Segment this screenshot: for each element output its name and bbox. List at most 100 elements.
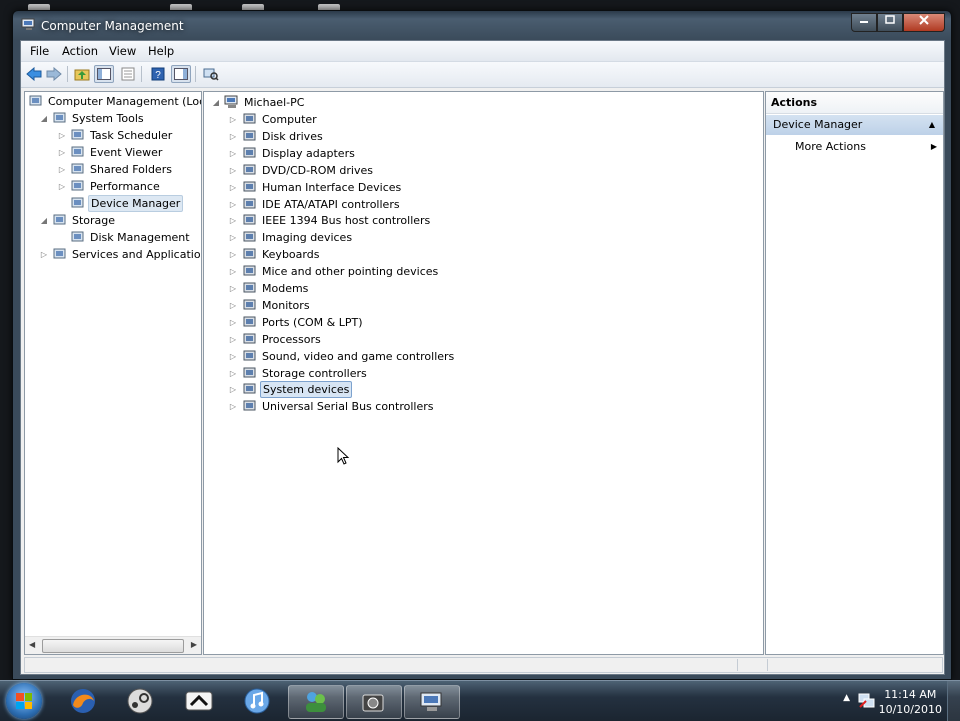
title-bar[interactable]: Computer Management bbox=[13, 11, 951, 39]
scan-hardware-icon bbox=[203, 68, 219, 81]
computer-management-icon bbox=[21, 18, 35, 30]
forward-button[interactable] bbox=[44, 65, 64, 83]
clock[interactable]: 11:14 AM 10/10/2010 bbox=[879, 687, 942, 717]
collapse-icon[interactable]: ◢ bbox=[39, 212, 49, 229]
console-tree-label: Event Viewer bbox=[90, 146, 163, 159]
console-tree-pane[interactable]: Computer Management (Local ◢ System Tools ▷… bbox=[24, 91, 202, 655]
collapse-icon[interactable]: ◢ bbox=[211, 94, 221, 111]
device-category-label: System devices bbox=[260, 381, 353, 399]
taskbar: ▲ 11:14 AM 10/10/2010 bbox=[0, 680, 960, 721]
expand-icon[interactable]: ▷ bbox=[228, 162, 238, 179]
menu-view[interactable]: View bbox=[109, 44, 136, 58]
expand-icon[interactable]: ▷ bbox=[228, 196, 238, 213]
storage-icon bbox=[53, 214, 66, 225]
expand-icon[interactable]: ▷ bbox=[228, 365, 238, 382]
scan-hardware-button[interactable] bbox=[201, 65, 221, 83]
actions-section-device-manager[interactable]: Device Manager ▲ bbox=[766, 115, 943, 135]
expand-icon[interactable]: ▷ bbox=[228, 348, 238, 365]
firefox-icon bbox=[71, 689, 95, 713]
show-hidden-icons-icon[interactable]: ▲ bbox=[843, 693, 850, 703]
show-desktop-button[interactable] bbox=[947, 681, 960, 721]
collapse-up-icon[interactable]: ▲ bbox=[929, 115, 935, 135]
folder-up-icon bbox=[74, 69, 90, 81]
scroll-right-icon[interactable]: ▶ bbox=[191, 640, 197, 649]
messenger-icon bbox=[306, 692, 326, 712]
console-tree-label: Task Scheduler bbox=[90, 129, 173, 142]
scroll-left-icon[interactable]: ◀ bbox=[29, 640, 35, 649]
taskbar-video-app[interactable] bbox=[346, 685, 402, 719]
taskbar-messenger[interactable] bbox=[288, 685, 344, 719]
submenu-arrow-icon: ▶ bbox=[930, 142, 937, 151]
device-category-label: Ports (COM & LPT) bbox=[262, 315, 363, 329]
taskbar-firefox[interactable] bbox=[56, 685, 110, 717]
expand-icon[interactable]: ▷ bbox=[228, 381, 238, 398]
expand-icon[interactable]: ▷ bbox=[228, 128, 238, 145]
taskbar-steam[interactable] bbox=[113, 685, 167, 717]
itunes-icon bbox=[244, 688, 270, 714]
show-hide-action-pane-button[interactable] bbox=[171, 65, 191, 83]
menu-action[interactable]: Action bbox=[62, 44, 98, 58]
device-manager-pane[interactable]: ◢ Michael-PC ▷ Computer ▷ Disk drives ▷ Displ… bbox=[203, 91, 764, 655]
expand-icon[interactable]: ▷ bbox=[228, 263, 238, 280]
console-tree-icon bbox=[97, 68, 111, 80]
show-hide-console-tree-button[interactable] bbox=[94, 65, 114, 83]
device-category-label: DVD/CD-ROM drives bbox=[262, 163, 373, 177]
window-controls bbox=[851, 13, 945, 32]
start-button[interactable] bbox=[6, 683, 42, 719]
port-icon bbox=[243, 316, 256, 327]
up-one-level-button[interactable] bbox=[72, 65, 92, 83]
back-button[interactable] bbox=[24, 65, 44, 83]
device-category-label: Universal Serial Bus controllers bbox=[262, 400, 434, 414]
taskbar-computer-management[interactable] bbox=[404, 685, 460, 719]
expand-icon[interactable]: ▷ bbox=[228, 229, 238, 246]
expand-icon[interactable]: ▷ bbox=[228, 179, 238, 196]
expand-icon[interactable]: ▷ bbox=[57, 144, 67, 161]
device-category-label: Mice and other pointing devices bbox=[262, 265, 439, 279]
taskbar-app[interactable] bbox=[172, 685, 226, 717]
close-icon bbox=[919, 15, 929, 25]
clock-icon bbox=[71, 129, 84, 140]
scrollbar-thumb[interactable] bbox=[42, 639, 184, 653]
maximize-icon bbox=[885, 15, 895, 24]
expand-icon[interactable]: ▷ bbox=[228, 398, 238, 415]
modem-icon bbox=[243, 282, 256, 293]
expand-icon[interactable]: ▷ bbox=[228, 314, 238, 331]
expand-icon[interactable]: ▷ bbox=[57, 127, 67, 144]
network-icon[interactable] bbox=[858, 693, 876, 709]
expand-icon[interactable]: ▷ bbox=[228, 280, 238, 297]
expand-icon[interactable]: ▷ bbox=[228, 331, 238, 348]
expand-icon[interactable]: ▷ bbox=[228, 145, 238, 162]
expand-icon[interactable]: ▷ bbox=[228, 246, 238, 263]
expand-icon[interactable]: ▷ bbox=[57, 161, 67, 178]
mouse-icon bbox=[243, 265, 256, 276]
menu-file[interactable]: File bbox=[30, 44, 49, 58]
sound-icon bbox=[243, 350, 256, 361]
expand-icon[interactable]: ▷ bbox=[228, 111, 238, 128]
maximize-button[interactable] bbox=[877, 13, 903, 32]
expand-icon[interactable]: ▷ bbox=[228, 212, 238, 229]
toolbar-separator bbox=[141, 66, 142, 82]
expand-icon[interactable]: ▷ bbox=[39, 246, 49, 263]
collapse-icon[interactable]: ◢ bbox=[39, 110, 49, 127]
clock-time: 11:14 AM bbox=[884, 688, 937, 701]
action-pane-icon bbox=[174, 68, 188, 80]
horizontal-scrollbar[interactable]: ◀ ▶ bbox=[25, 636, 201, 654]
performance-icon bbox=[71, 180, 84, 191]
help-button[interactable]: ? bbox=[148, 65, 168, 83]
close-button[interactable] bbox=[903, 13, 945, 32]
steam-icon bbox=[127, 688, 153, 714]
more-actions-item[interactable]: More Actions ▶ bbox=[766, 138, 943, 156]
expand-icon[interactable]: ▷ bbox=[228, 297, 238, 314]
imaging-device-icon bbox=[243, 231, 256, 242]
console-tree-label: System Tools bbox=[72, 112, 144, 125]
ide-controller-icon bbox=[243, 198, 256, 208]
expand-icon[interactable]: ▷ bbox=[57, 178, 67, 195]
status-separator bbox=[767, 659, 768, 671]
export-list-button[interactable] bbox=[118, 65, 138, 83]
taskbar-itunes[interactable] bbox=[230, 685, 284, 717]
client-area: File Action View Help ? Computer Managem… bbox=[20, 40, 945, 675]
minimize-button[interactable] bbox=[851, 13, 877, 32]
forward-arrow-icon bbox=[46, 67, 62, 81]
device-category-label: IDE ATA/ATAPI controllers bbox=[262, 197, 400, 211]
menu-help[interactable]: Help bbox=[148, 44, 174, 58]
